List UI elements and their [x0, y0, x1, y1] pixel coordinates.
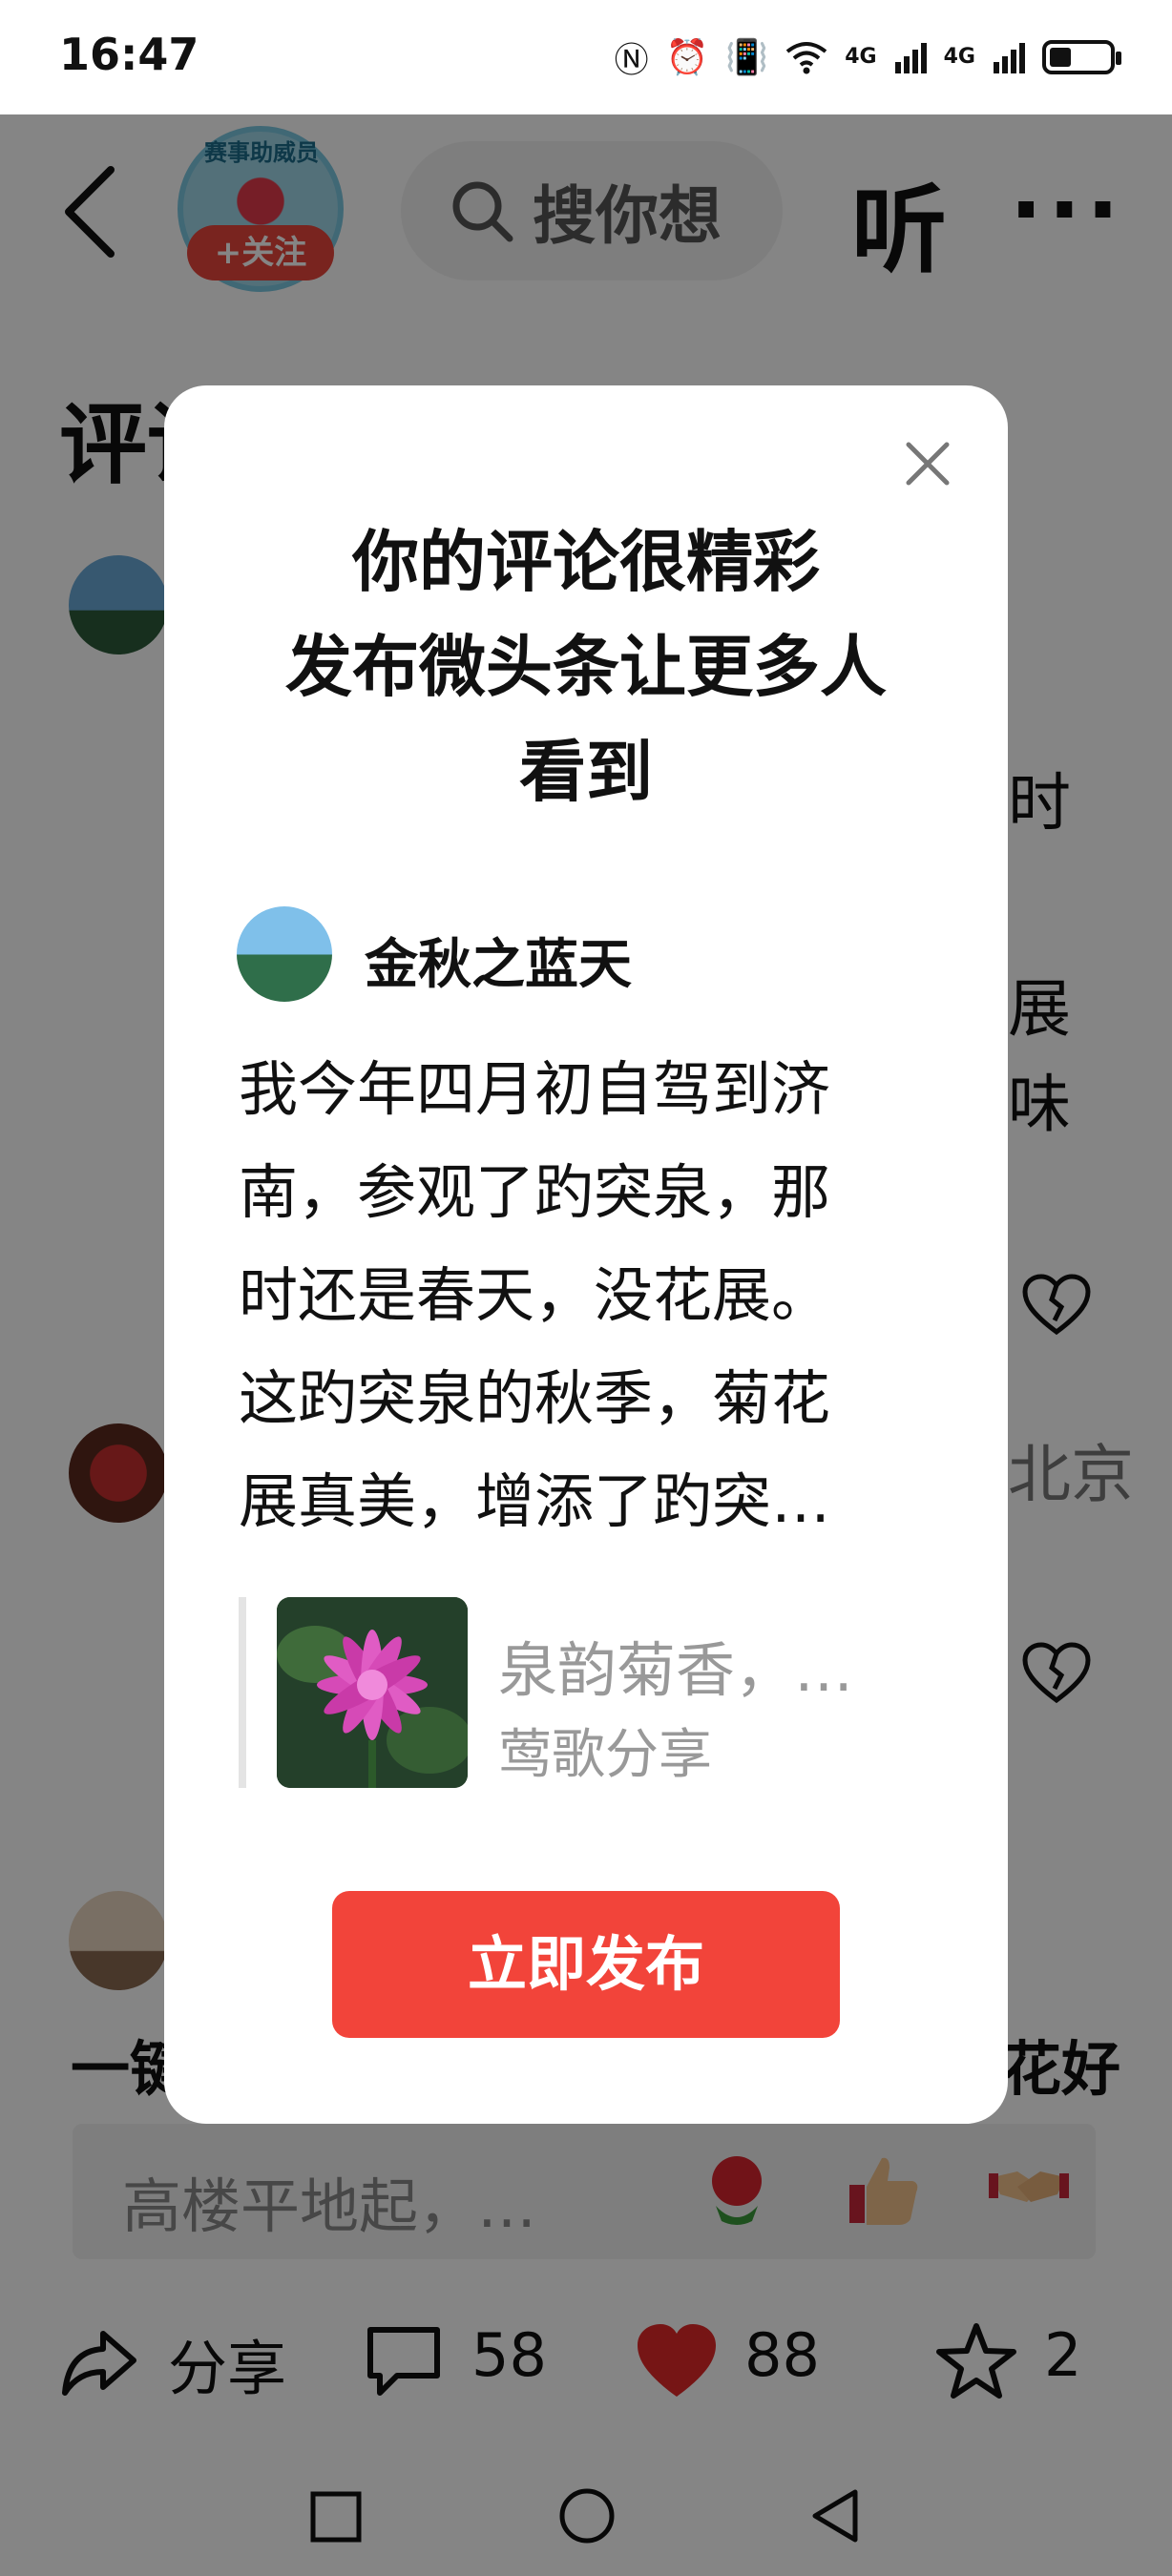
comment-preview-line: 这趵突泉的秋季，菊花	[239, 1363, 831, 1433]
username: 金秋之蓝天	[365, 934, 632, 996]
battery-icon	[1042, 40, 1121, 74]
comment-preview-line: 时还是春天，没花展。	[239, 1260, 831, 1330]
close-icon[interactable]	[903, 439, 952, 488]
status-bar: 16:47 Ⓝ ⏰ 📳 4G 4G	[0, 0, 1172, 114]
quoted-article-thumbnail	[277, 1597, 468, 1788]
publish-button[interactable]: 立即发布	[332, 1891, 840, 2038]
chrysanthemum-image	[277, 1597, 468, 1788]
dialog-title-line: 你的评论很精彩	[352, 523, 820, 601]
signal-bars-icon-1	[894, 43, 927, 73]
signal-icon-2: 4G	[943, 45, 975, 69]
nfc-icon: Ⓝ	[614, 41, 649, 80]
quoted-article-author: 莺歌分享	[498, 1724, 712, 1786]
dialog-title: 你的评论很精彩 发布微头条让更多人 看到	[164, 509, 1008, 824]
status-time: 16:47	[59, 29, 199, 80]
signal-bars-icon-2	[994, 43, 1025, 73]
user-avatar	[237, 906, 332, 1002]
vibrate-icon: 📳	[725, 38, 769, 77]
wifi-icon	[786, 42, 827, 74]
comment-preview-line: 我今年四月初自驾到济	[239, 1054, 831, 1124]
quote-divider	[239, 1597, 246, 1788]
comment-preview-line: 南，参观了趵突泉，那	[239, 1157, 831, 1227]
quoted-article-title: 泉韵菊香，…	[498, 1635, 854, 1705]
comment-preview: 我今年四月初自驾到济 南，参观了趵突泉，那 时还是春天，没花展。 这趵突泉的秋季…	[239, 1038, 916, 1553]
dialog-title-line: 看到	[519, 733, 653, 811]
dialog-title-line: 发布微头条让更多人	[285, 628, 887, 706]
alarm-icon: ⏰	[665, 38, 709, 77]
comment-preview-line: 展真美，增添了趵突…	[239, 1466, 831, 1536]
signal-icon-1: 4G	[845, 45, 877, 69]
status-icons: Ⓝ ⏰ 📳 4G 4G	[614, 32, 1121, 82]
